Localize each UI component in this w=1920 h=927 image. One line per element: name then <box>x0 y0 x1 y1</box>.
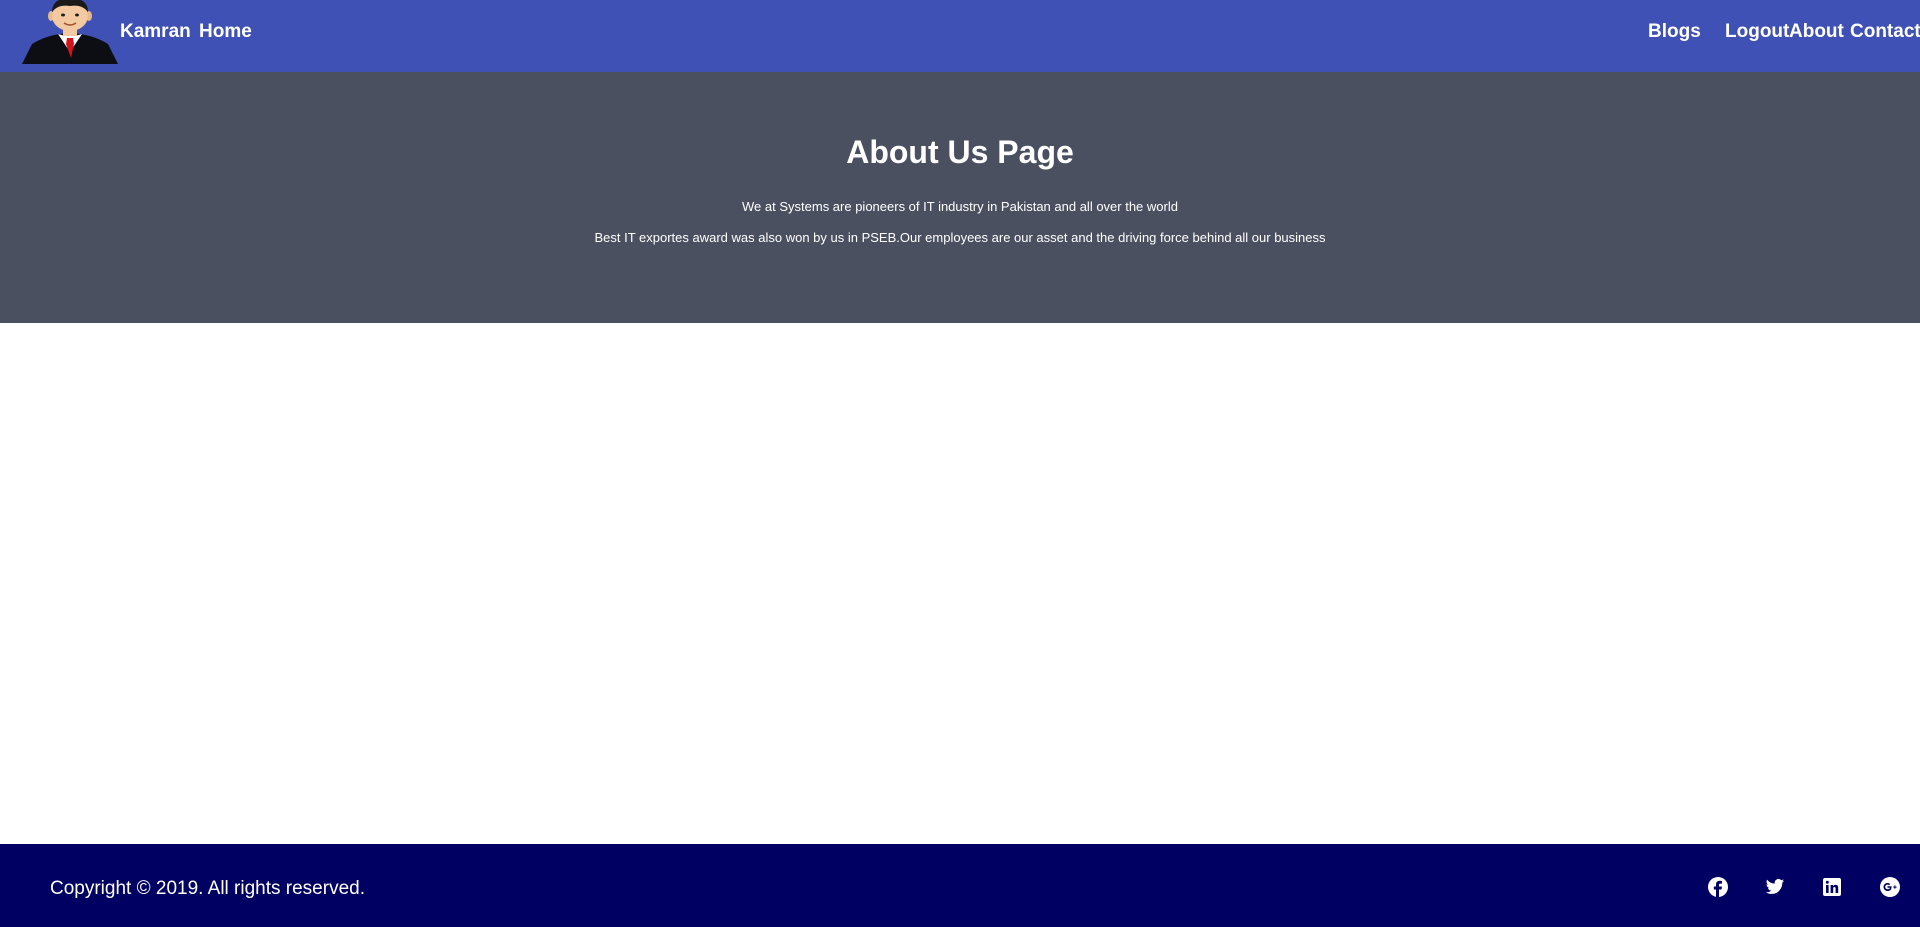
navbar: Kamran Home Blogs Logout About Contact <box>0 0 1920 72</box>
brand-link[interactable]: Kamran <box>120 21 191 43</box>
nav-link-home[interactable]: Home <box>199 21 252 43</box>
twitter-icon[interactable] <box>1765 877 1785 897</box>
hero-description-line-2: Best IT exportes award was also won by u… <box>594 230 1326 245</box>
hero-section: About Us Page We at Systems are pioneers… <box>0 72 1920 323</box>
linkedin-icon[interactable] <box>1822 877 1842 897</box>
google-plus-icon[interactable] <box>1880 877 1900 897</box>
nav-link-about[interactable]: About <box>1789 21 1844 43</box>
nav-link-logout[interactable]: Logout <box>1725 21 1789 43</box>
copyright-text: Copyright © 2019. All rights reserved. <box>50 878 365 899</box>
page-title: About Us Page <box>846 134 1074 170</box>
facebook-icon[interactable] <box>1708 877 1728 897</box>
footer: Copyright © 2019. All rights reserved. <box>0 844 1920 927</box>
avatar-image <box>22 0 118 64</box>
nav-link-contact[interactable]: Contact <box>1850 21 1920 43</box>
hero-description-line-1: We at Systems are pioneers of IT industr… <box>742 199 1178 214</box>
nav-link-blogs[interactable]: Blogs <box>1648 21 1701 43</box>
